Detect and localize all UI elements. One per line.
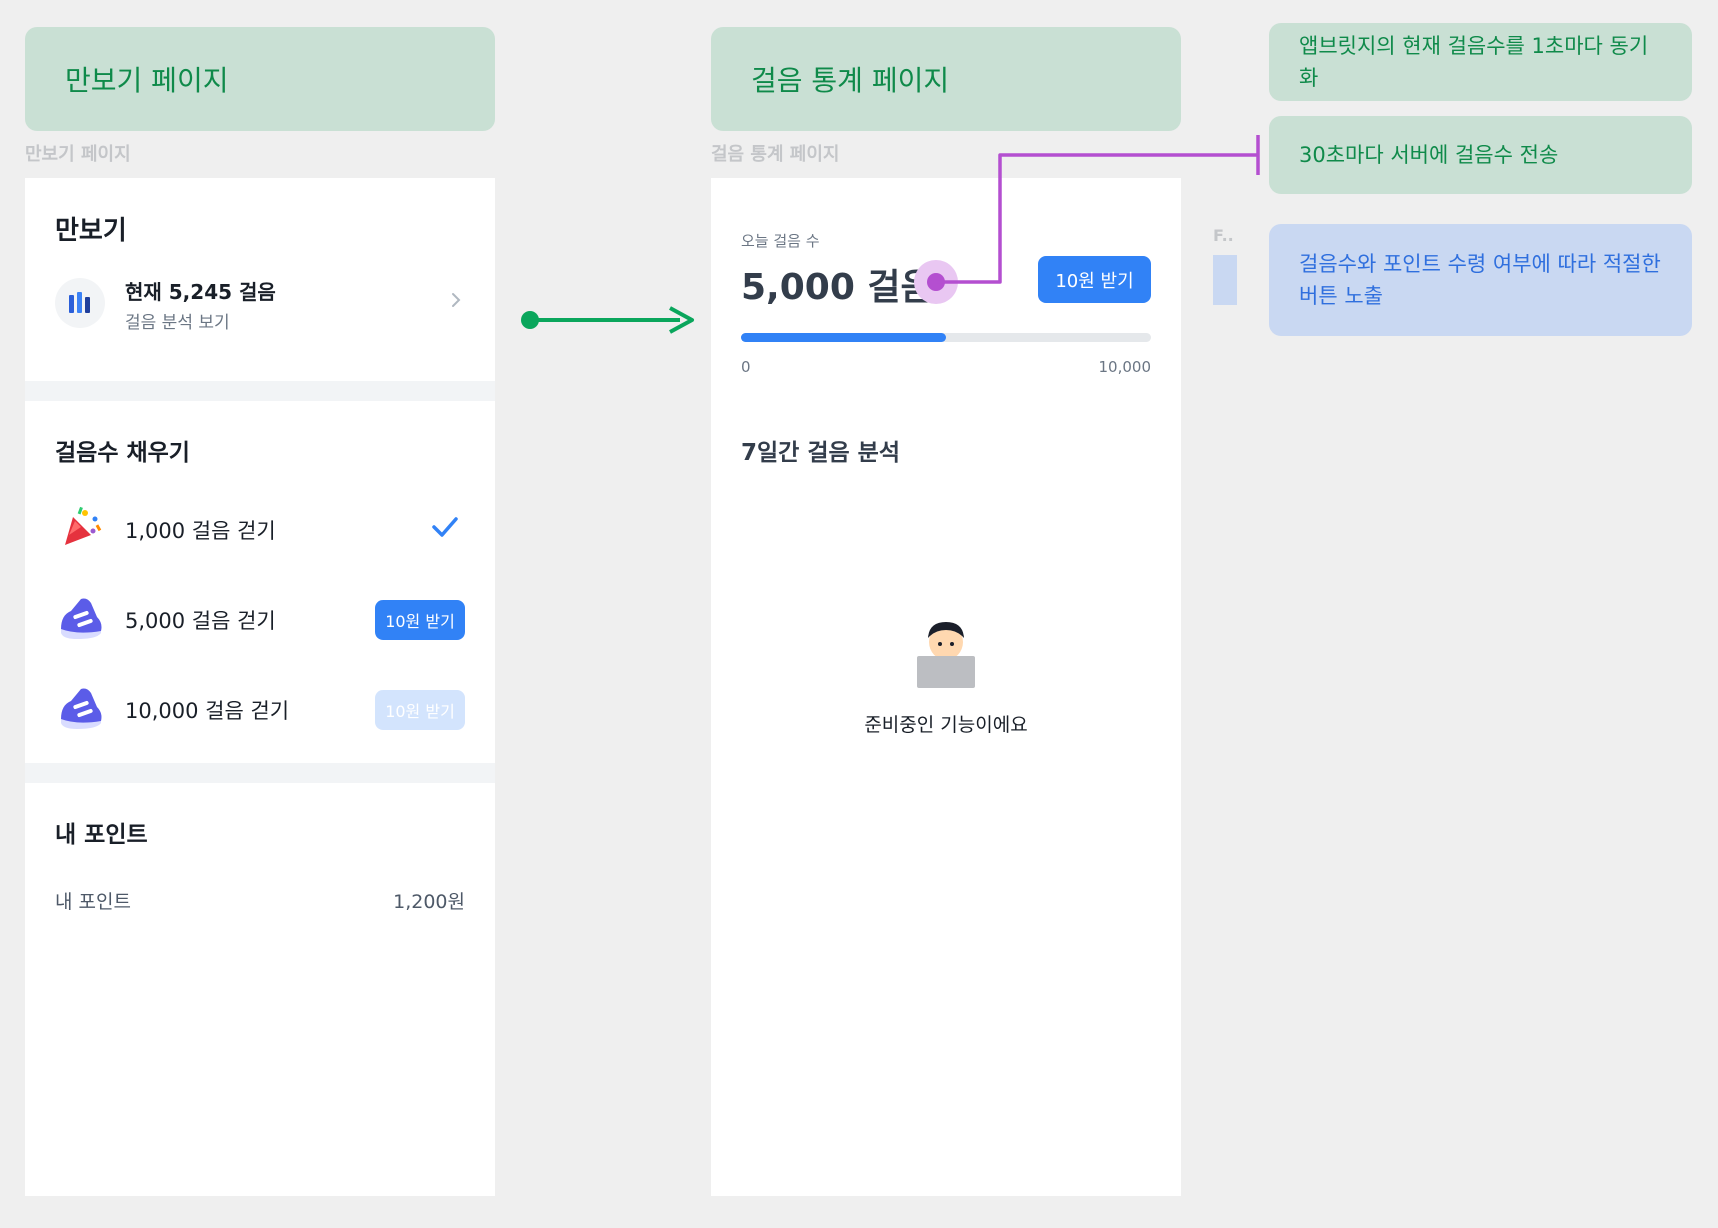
annotation-note: 걸음수와 포인트 수령 여부에 따라 적절한 버튼 노출 [1269, 224, 1692, 336]
fill-steps-section: 걸음수 채우기 1,000 걸음 걷기 5,000 걸음 걷기 10원 받기 1… [25, 401, 495, 763]
pedometer-header-section: 만보기 현재 5,245 걸음 걸음 분석 보기 [25, 178, 495, 381]
points-label: 내 포인트 [55, 891, 131, 913]
current-steps-text: 현재 5,245 걸음 [125, 280, 276, 304]
chevron-right-icon [450, 290, 462, 314]
coming-soon-text: 준비중인 기능이에요 [864, 714, 1028, 736]
page-title: 만보기 [55, 216, 127, 246]
truncated-frame [1213, 255, 1237, 305]
annotation-note: 30초마다 서버에 걸음수 전송 [1269, 116, 1692, 194]
frame-caption-statistics: 걸음 통계 페이지 [711, 144, 840, 165]
points-value: 1,200원 [393, 891, 465, 913]
arrow-right-icon [520, 305, 700, 339]
fill-steps-title: 걸음수 채우기 [55, 440, 190, 466]
points-title: 내 포인트 [55, 822, 148, 848]
annotation-note-text: 걸음수와 포인트 수령 여부에 따라 적절한 [1299, 252, 1661, 276]
section-divider [25, 381, 495, 401]
sneaker-icon [57, 685, 105, 735]
frame-caption-pedometer: 만보기 페이지 [25, 144, 131, 165]
bar-chart-icon [55, 278, 105, 328]
progress-fill [741, 333, 946, 342]
pedometer-frame: 만보기 현재 5,245 걸음 걸음 분석 보기 걸음수 채우기 1,000 걸… [25, 178, 495, 1196]
annotation-note-text: 30초마다 서버에 걸음수 전송 [1299, 143, 1559, 167]
page-label-statistics: 걸음 통계 페이지 [711, 27, 1181, 131]
progress-min-label: 0 [741, 358, 751, 376]
person-laptop-icon [911, 618, 981, 694]
analysis-link-text: 걸음 분석 보기 [125, 313, 230, 333]
annotation-note: 앱브릿지의 현재 걸음수를 1초마다 동기화 [1269, 23, 1692, 101]
truncated-frame-caption: F.. [1213, 226, 1234, 245]
page-label-text: 만보기 페이지 [65, 64, 229, 97]
checkmark-icon [431, 515, 459, 543]
statistics-frame: 오늘 걸음 수 5,000 걸음 10원 받기 0 10,000 7일간 걸음 … [711, 178, 1181, 1196]
mission-label: 5,000 걸음 걷기 [125, 609, 276, 633]
progress-max-label: 10,000 [1098, 358, 1152, 376]
sneaker-icon [57, 595, 105, 645]
today-steps-label: 오늘 걸음 수 [741, 232, 820, 250]
annotation-note-text: 버튼 노출 [1299, 284, 1383, 308]
claim-reward-button-disabled[interactable]: 10원 받기 [375, 690, 465, 730]
section-divider [25, 763, 495, 783]
mission-label: 1,000 걸음 걷기 [125, 519, 276, 543]
page-label-text: 걸음 통계 페이지 [751, 64, 950, 97]
mission-item: 10,000 걸음 걷기 10원 받기 [25, 681, 495, 737]
current-steps-row[interactable]: 현재 5,245 걸음 걸음 분석 보기 [25, 268, 495, 358]
party-popper-icon [59, 505, 103, 553]
claim-reward-button[interactable]: 10원 받기 [375, 600, 465, 640]
points-section: 내 포인트 내 포인트 1,200원 [25, 783, 495, 1196]
analysis-section-title: 7일간 걸음 분석 [741, 440, 900, 466]
mission-item: 1,000 걸음 걷기 [25, 501, 495, 557]
annotation-note-text: 앱브릿지의 현재 걸음수를 1초마다 동기화 [1299, 34, 1649, 90]
mission-label: 10,000 걸음 걷기 [125, 699, 290, 723]
progress-track [741, 333, 1151, 342]
page-label-pedometer: 만보기 페이지 [25, 27, 495, 131]
mission-item: 5,000 걸음 걷기 10원 받기 [25, 591, 495, 647]
today-steps-value: 5,000 걸음 [741, 267, 934, 308]
